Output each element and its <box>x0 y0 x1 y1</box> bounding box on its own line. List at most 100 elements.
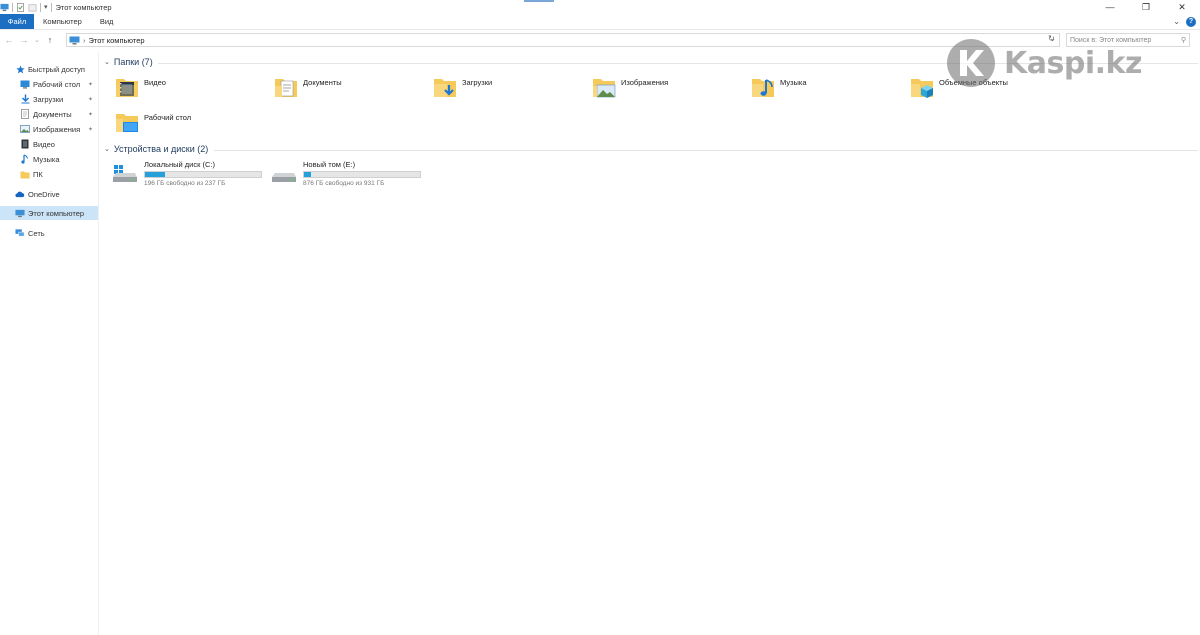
drive-usage-fill <box>145 172 166 177</box>
folder-downloads[interactable]: Загрузки <box>433 75 492 99</box>
sidebar-item-video[interactable]: Видео <box>0 137 98 151</box>
ribbon-right-controls: ⌄ ? <box>1173 14 1200 29</box>
customize-toolbar-chevron-icon[interactable]: ▾ <box>44 3 48 11</box>
document-icon <box>20 109 30 119</box>
folder-music[interactable]: Музыка <box>751 75 807 99</box>
watermark: Kaspi.kz <box>946 38 1142 88</box>
sidebar-item-desktop[interactable]: Рабочий стол ✦ <box>0 77 98 91</box>
sidebar-item-onedrive[interactable]: OneDrive <box>0 187 98 201</box>
video-icon <box>20 139 30 149</box>
music-icon <box>20 154 30 164</box>
music-folder-icon <box>752 79 774 97</box>
toolbar-separator <box>12 2 13 12</box>
sidebar-item-pictures[interactable]: Изображения ✦ <box>0 122 98 136</box>
sidebar-item-music[interactable]: Музыка <box>0 152 98 166</box>
pin-icon: ✦ <box>88 126 94 133</box>
sidebar-item-network[interactable]: Сеть <box>0 226 98 240</box>
folder-label: Загрузки <box>462 78 493 87</box>
star-icon <box>15 64 25 74</box>
restore-button[interactable]: ❐ <box>1128 0 1164 14</box>
section-title: Папки (7) <box>113 57 153 67</box>
expand-ribbon-chevron-icon[interactable]: ⌄ <box>1173 17 1180 26</box>
sidebar-item-label: Рабочий стол <box>33 79 81 89</box>
drive-c[interactable]: Локальный диск (C:) 196 ГБ свободно из 2… <box>112 160 262 187</box>
sidebar-item-pc-folder[interactable]: ПК <box>0 167 98 181</box>
sidebar-item-label: Документы <box>33 109 72 119</box>
tab-view[interactable]: Вид <box>91 14 123 29</box>
section-divider <box>214 150 1198 151</box>
window-title: Этот компьютер <box>55 2 112 12</box>
sidebar-item-label: Этот компьютер <box>28 208 85 218</box>
breadcrumb-this-pc[interactable]: Этот компьютер <box>89 36 145 45</box>
sidebar-item-this-pc[interactable]: Этот компьютер <box>0 206 98 220</box>
drive-free-space: 876 ГБ свободно из 931 ГБ <box>303 180 385 187</box>
collapse-chevron-icon[interactable]: ⌄ <box>104 58 110 66</box>
folder-desktop[interactable]: Рабочий стол <box>115 110 191 134</box>
pictures-icon <box>20 124 30 134</box>
downloads-folder-icon <box>434 79 456 97</box>
sidebar-item-documents[interactable]: Документы ✦ <box>0 107 98 121</box>
forward-button[interactable]: → <box>18 35 30 45</box>
watermark-text: Kaspi.kz <box>1004 45 1142 81</box>
search-icon: ⚲ <box>1180 37 1186 44</box>
windows-drive-icon <box>113 164 137 182</box>
drives-section-header[interactable]: ⌄ Устройства и диски (2) <box>104 144 208 154</box>
drive-label: Локальный диск (C:) <box>144 160 215 169</box>
video-folder-icon <box>116 79 138 97</box>
close-button[interactable]: ✕ <box>1164 0 1200 14</box>
up-button[interactable]: ↑ <box>44 35 56 45</box>
sidebar-item-quick-access[interactable]: Быстрый доступ <box>0 62 98 76</box>
folder-documents[interactable]: Документы <box>274 75 342 99</box>
drive-info: Локальный диск (C:) 196 ГБ свободно из 2… <box>144 160 262 187</box>
toolbar-separator <box>40 2 41 12</box>
folder-pictures[interactable]: Изображения <box>592 75 668 99</box>
drive-icon <box>272 173 296 182</box>
navigation-pane: Быстрый доступ Рабочий стол ✦ Загрузки ✦… <box>0 52 99 635</box>
desktop-icon <box>20 79 30 89</box>
sidebar-item-label: Быстрый доступ <box>28 64 85 74</box>
kaspi-logo-icon <box>947 39 995 87</box>
cloud-icon <box>15 189 25 199</box>
documents-folder-icon <box>275 79 297 97</box>
window-controls: — ❐ ✕ <box>1092 0 1200 14</box>
title-bar: ▾ Этот компьютер <box>0 0 1200 14</box>
sidebar-item-label: Изображения <box>33 124 81 134</box>
folders-section-header[interactable]: ⌄ Папки (7) <box>104 57 153 67</box>
drive-usage-bar <box>144 171 262 178</box>
sidebar-item-label: Видео <box>33 139 55 149</box>
recent-locations-chevron-icon[interactable]: ⌄ <box>33 36 41 44</box>
computer-icon <box>69 36 80 44</box>
sidebar-item-label: Загрузки <box>33 94 64 104</box>
sidebar-item-label: ПК <box>33 169 43 179</box>
pin-icon: ✦ <box>88 81 94 88</box>
sidebar-item-label: OneDrive <box>28 189 60 199</box>
pin-icon: ✦ <box>88 96 94 103</box>
drive-info: Новый том (E:) 876 ГБ свободно из 931 ГБ <box>303 160 421 187</box>
folder-icon <box>20 169 30 179</box>
sidebar-item-label: Сеть <box>28 228 45 238</box>
sidebar-item-downloads[interactable]: Загрузки ✦ <box>0 92 98 106</box>
section-title: Устройства и диски (2) <box>113 144 209 154</box>
sidebar-item-label: Музыка <box>33 154 60 164</box>
network-icon <box>15 228 25 238</box>
collapse-chevron-icon[interactable]: ⌄ <box>104 145 110 153</box>
folder-label: Изображения <box>621 78 669 87</box>
tab-file[interactable]: Файл <box>0 14 34 29</box>
new-folder-icon[interactable] <box>28 3 37 12</box>
help-icon[interactable]: ? <box>1186 16 1196 27</box>
folder-video[interactable]: Видео <box>115 75 166 99</box>
quick-access-toolbar: ▾ <box>0 2 52 12</box>
properties-icon[interactable] <box>16 2 25 12</box>
tab-computer[interactable]: Компьютер <box>34 14 91 29</box>
back-button[interactable]: ← <box>3 35 15 45</box>
folder-label: Видео <box>144 78 166 87</box>
minimize-button[interactable]: — <box>1092 0 1128 14</box>
3d-objects-folder-icon <box>911 79 933 98</box>
drive-usage-bar <box>303 171 421 178</box>
address-bar[interactable]: › Этот компьютер ⌄ <box>66 33 1060 47</box>
computer-icon[interactable] <box>0 3 9 12</box>
drive-free-space: 196 ГБ свободно из 237 ГБ <box>144 180 226 187</box>
folder-label: Документы <box>303 78 342 87</box>
drive-e[interactable]: Новый том (E:) 876 ГБ свободно из 931 ГБ <box>271 160 421 187</box>
ribbon-tabs: Файл Компьютер Вид ⌄ ? <box>0 14 1200 30</box>
